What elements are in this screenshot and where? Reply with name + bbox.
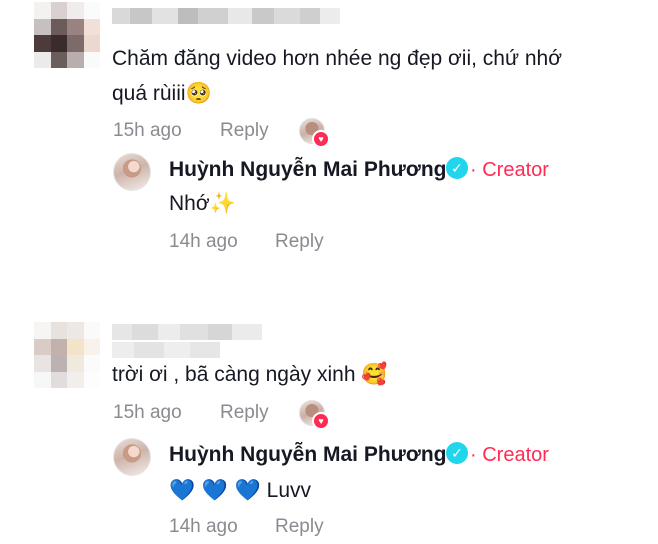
- comment-text: Chăm đăng video hơn nhée ng đẹp ơii, chứ…: [112, 42, 562, 111]
- heart-icon: ♥: [312, 130, 330, 148]
- pleading-face-emoji: 🥺: [185, 81, 212, 105]
- creator-avatar[interactable]: [113, 153, 151, 191]
- reply-text: Nhớ✨: [169, 186, 236, 221]
- smiling-hearts-emoji: 🥰: [361, 362, 388, 386]
- commenter-avatar-blurred[interactable]: [34, 2, 100, 68]
- reply-text-content: Nhớ: [169, 192, 210, 215]
- comment-timestamp: 15h ago: [113, 120, 182, 141]
- comment-timestamp: 15h ago: [113, 402, 182, 423]
- reply-button[interactable]: Reply: [220, 402, 269, 424]
- creator-badge: · Creator: [470, 444, 549, 466]
- commenter-name-blurred[interactable]: [112, 324, 262, 340]
- heart-icon: ♥: [312, 412, 330, 430]
- reply-timestamp: 14h ago: [169, 516, 238, 537]
- reply-text-content: Luvv: [266, 479, 311, 502]
- reply-button[interactable]: Reply: [275, 516, 324, 538]
- sparkles-emoji: ✨: [209, 191, 236, 215]
- creator-name[interactable]: Huỳnh Nguyễn Mai Phương: [169, 158, 446, 182]
- reply-timestamp: 14h ago: [169, 231, 238, 252]
- verified-icon: ✓: [446, 442, 468, 464]
- reply-button[interactable]: Reply: [275, 231, 324, 253]
- blue-hearts-emoji: 💙 💙 💙: [169, 478, 261, 502]
- comment-text-line1: Chăm đăng video hơn nhée ng đẹp ơii, chứ…: [112, 47, 562, 70]
- comment-text: trời ơi , bã càng ngày xinh 🥰: [112, 357, 388, 392]
- comment-text-line2-text: quá rùiii: [112, 82, 186, 105]
- comment-text-line1: trời ơi , bã càng ngày xinh: [112, 363, 356, 386]
- commenter-name-blurred-line2: [112, 342, 220, 358]
- verified-icon: ✓: [446, 157, 468, 179]
- creator-badge: · Creator: [470, 159, 549, 181]
- commenter-name-blurred[interactable]: [112, 8, 340, 24]
- creator-name[interactable]: Huỳnh Nguyễn Mai Phương: [169, 443, 446, 467]
- creator-avatar[interactable]: [113, 438, 151, 476]
- comment-text-line2: quá rùiii🥺: [112, 76, 562, 111]
- reply-text: 💙 💙 💙 Luvv: [169, 473, 311, 508]
- commenter-avatar-blurred[interactable]: [34, 322, 100, 388]
- reply-button[interactable]: Reply: [220, 120, 269, 142]
